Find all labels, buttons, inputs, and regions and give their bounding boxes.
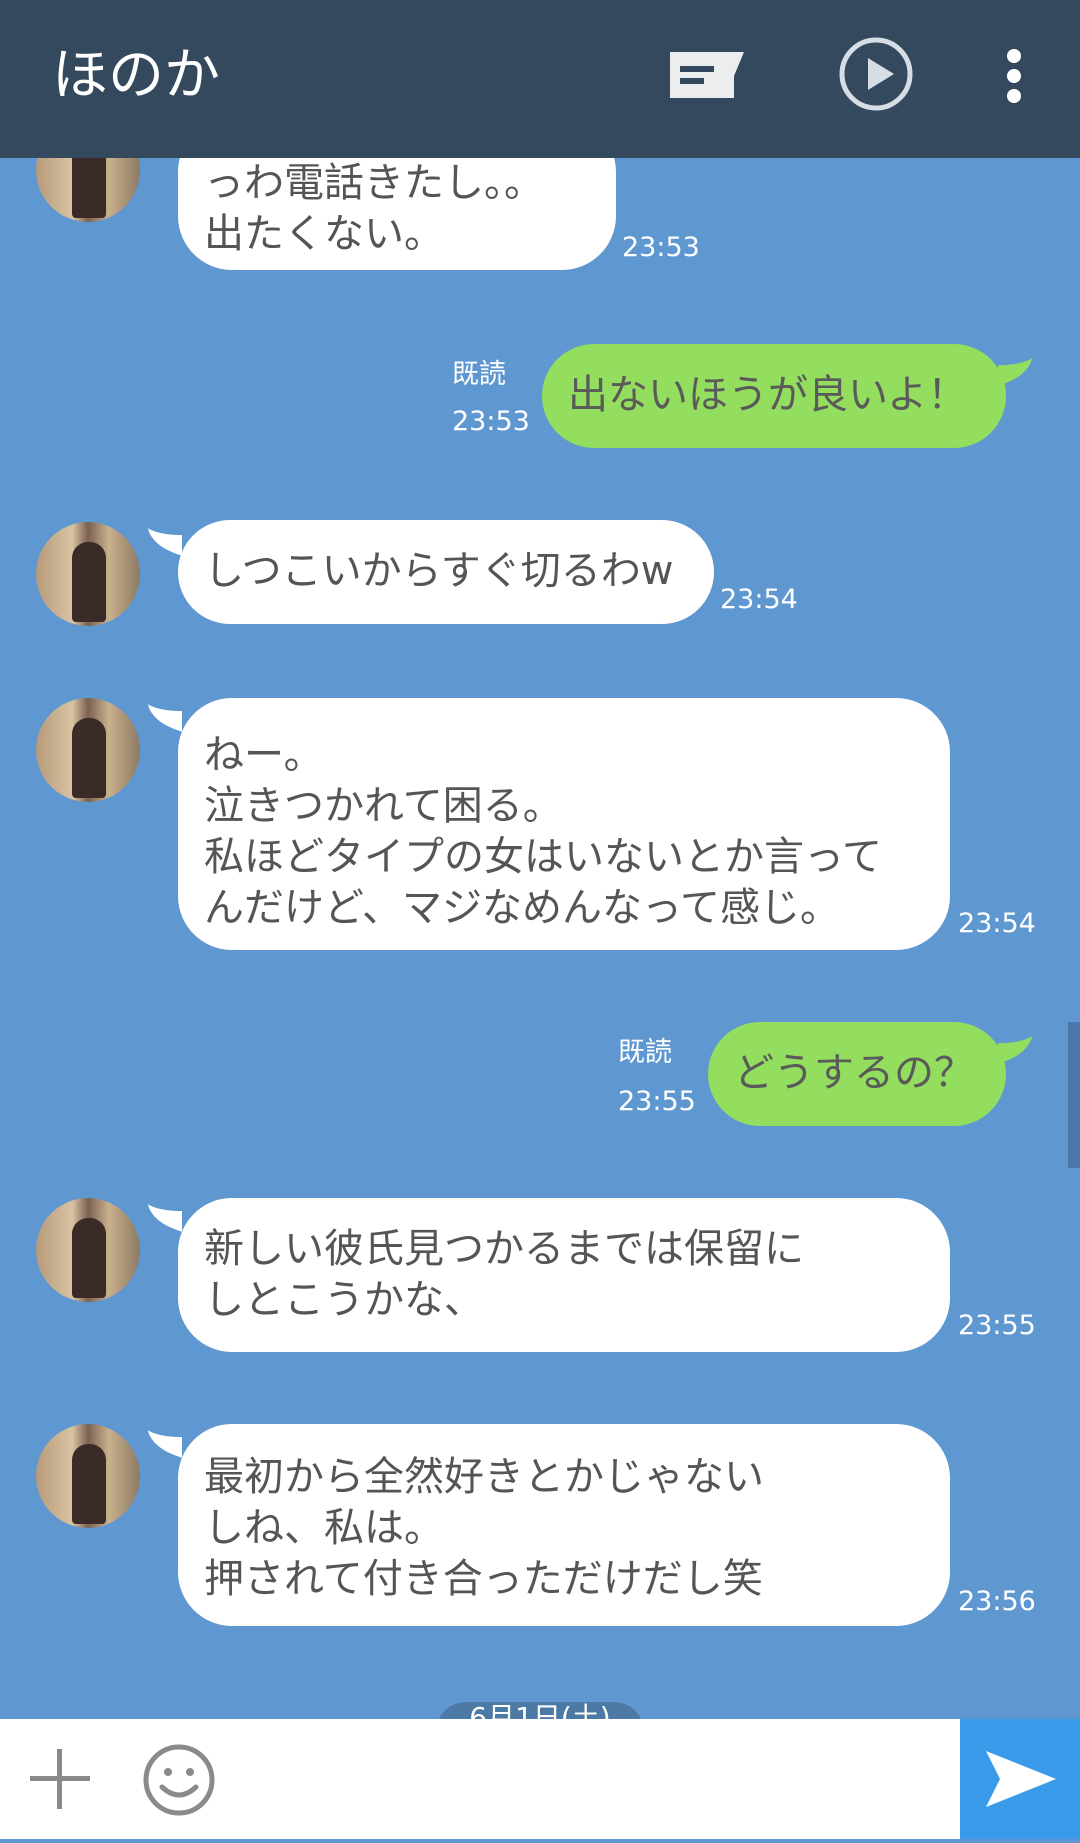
chat-header: ほのか <box>0 0 1080 158</box>
send-icon <box>986 1751 1056 1807</box>
play-circle-icon[interactable] <box>838 36 914 112</box>
message-time: 23:56 <box>958 1586 1036 1617</box>
avatar[interactable] <box>36 1424 140 1528</box>
bubble-tail <box>998 1036 1033 1064</box>
message-bubble-outgoing: どうするの？ <box>708 1022 1006 1126</box>
message-time: 23:53 <box>622 232 700 263</box>
message-time: 23:55 <box>618 1086 696 1117</box>
bubble-tail <box>998 358 1033 386</box>
read-receipt: 既読 <box>452 359 506 390</box>
bubble-tail <box>147 1430 182 1458</box>
date-separator: 6月1日(土) <box>436 1702 644 1719</box>
bubble-tail <box>147 528 182 556</box>
message-time: 23:54 <box>958 908 1036 939</box>
smiley-icon[interactable] <box>142 1743 216 1821</box>
message-bubble-incoming: ねー。 泣きつかれて困る。 私ほどタイプの女はいないとか言って んだけど、マジな… <box>178 698 950 950</box>
more-vert-icon[interactable] <box>1004 48 1024 104</box>
chat-title: ほのか <box>52 43 220 108</box>
message-bubble-incoming: 最初から全然好きとかじゃない しね、私は。 押されて付き合っただけだし笑 <box>178 1424 950 1626</box>
avatar[interactable] <box>36 1198 140 1302</box>
avatar[interactable] <box>36 158 140 222</box>
bubble-tail <box>147 704 182 732</box>
chat-area[interactable]: っわ電話きたし。。 出たくない。 23:53 既読 23:53 出ないほうが良い… <box>0 158 1080 1719</box>
message-time: 23:54 <box>720 584 798 615</box>
send-button[interactable] <box>960 1719 1080 1839</box>
message-time: 23:53 <box>452 406 530 437</box>
message-time: 23:55 <box>958 1310 1036 1341</box>
input-bar <box>0 1719 1080 1839</box>
bubble-tail <box>147 1204 182 1232</box>
read-receipt: 既読 <box>618 1037 672 1068</box>
message-bubble-incoming: 新しい彼氏見つかるまでは保留に しとこうかな、 <box>178 1198 950 1352</box>
message-bubble-incoming: っわ電話きたし。。 出たくない。 <box>178 158 616 270</box>
plus-icon[interactable] <box>28 1747 92 1815</box>
avatar[interactable] <box>36 522 140 626</box>
message-bubble-incoming: しつこいからすぐ切るわw <box>178 520 714 624</box>
scrollbar-thumb[interactable] <box>1068 1022 1080 1168</box>
note-icon[interactable] <box>668 50 746 100</box>
avatar[interactable] <box>36 698 140 802</box>
message-bubble-outgoing: 出ないほうが良いよ！ <box>542 344 1006 448</box>
